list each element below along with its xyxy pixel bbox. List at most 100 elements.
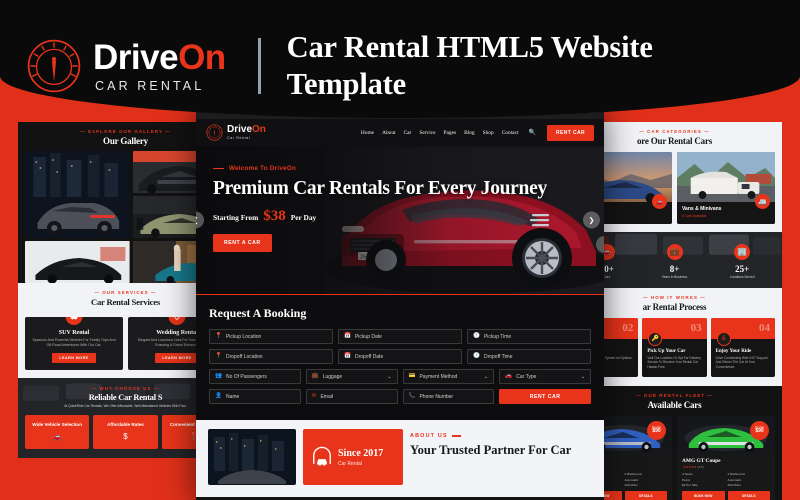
dropoff-location-input[interactable]: 📍 Dropoff Location <box>209 349 333 364</box>
about-image <box>208 429 296 485</box>
nav-item-car[interactable]: Car <box>404 130 412 136</box>
why-card[interactable]: Wide Vehicle Selection 🚗 <box>25 414 90 450</box>
van-icon[interactable]: 🚐 <box>755 194 770 209</box>
car-price-value: $90 <box>652 428 661 435</box>
car-price-value: $90 <box>755 428 764 435</box>
phone-input[interactable]: 📞 Phone Number <box>402 389 495 404</box>
nav-item-service[interactable]: Service <box>419 130 435 136</box>
car-spec: Automatic <box>624 477 639 482</box>
car-rating-count: (4.5) <box>697 465 704 470</box>
passengers-input[interactable]: 👥 No Of Passengers <box>209 369 301 384</box>
field-label: Phone Number <box>419 393 454 400</box>
key-icon: 🔑 <box>648 331 663 346</box>
process-step-number: 02 <box>622 322 634 334</box>
nav-item-contact[interactable]: Contact <box>502 130 519 136</box>
field-label: Car Type <box>516 373 537 380</box>
clock-icon: 🕐 <box>473 352 480 359</box>
car-icon[interactable]: 🚗 <box>652 194 667 209</box>
suv-icon <box>65 317 83 325</box>
why-desc: At QuickRide Car Rentals, We Offer Affor… <box>64 403 187 408</box>
about-tag: ABOUT US <box>410 433 592 439</box>
luggage-select[interactable]: 💼 Luggage ⌄ <box>305 369 398 384</box>
booking-row: 📍 Pickup Location 📅 Pickup Date 🕐 Pickup… <box>209 329 591 344</box>
hero-cta-button[interactable]: RENT A CAR <box>213 234 272 253</box>
building-icon: 🏢 <box>734 243 751 260</box>
hero-price: Starting From $38 Per Day <box>213 208 604 225</box>
main-preview-window: 📍 DriveOn Company 📞 +123-456-7890 ✉ info… <box>196 104 604 500</box>
site-navbar: DriveOn Car Rental Home About Car Servic… <box>196 119 604 146</box>
email-input[interactable]: ✉ Email <box>305 389 398 404</box>
service-desc: Spacious And Powerful Vehicles For Famil… <box>32 338 116 348</box>
booking-form: Request A Booking 📍 Pickup Location 📅 Pi… <box>196 294 604 420</box>
car-spec: 400 Miles <box>727 483 741 488</box>
car-name: AMG GT Coupe <box>682 458 721 465</box>
dollar-icon: $ <box>123 432 128 442</box>
car-rating-stars: ★★★★★ <box>683 465 697 470</box>
learn-more-button[interactable]: LEARN MORE <box>52 352 96 363</box>
passengers-icon: 👥 <box>215 372 222 379</box>
field-label: No Of Passengers <box>225 373 267 380</box>
nav-item-pages[interactable]: Pages <box>444 130 457 136</box>
booking-submit-button[interactable]: RENT CAR <box>499 389 591 404</box>
gallery-image[interactable] <box>25 241 130 283</box>
why-card-name: Affordable Rates <box>107 421 144 427</box>
phone-icon: 📞 <box>408 392 416 399</box>
about-section: Since 2017 Car Rental ABOUT US Your Trus… <box>196 420 604 497</box>
search-icon[interactable]: 🔍 <box>528 129 535 136</box>
process-step[interactable]: 04 ⛢ Enjoy Your Ride Drive Comfortably W… <box>710 317 775 378</box>
booking-title: Request A Booking <box>209 306 307 320</box>
nav-item-blog[interactable]: Blog <box>464 130 474 136</box>
speedometer-icon <box>206 124 223 141</box>
learn-more-button[interactable]: LEARN MORE <box>155 352 199 363</box>
banner-title: Car Rental HTML5 Website Template <box>286 29 653 101</box>
carousel-next-button[interactable]: ❯ <box>583 211 600 229</box>
details-button[interactable]: DETAILS <box>727 491 770 500</box>
speedometer-icon <box>27 39 81 93</box>
dropoff-date-input[interactable]: 📅 Dropoff Date <box>338 349 462 364</box>
category-count: 8 Cars Available <box>682 213 707 218</box>
hero-slider: 25DE 5495 Welcome To DriveOn <box>196 146 604 294</box>
pickup-time-input[interactable]: 🕐 Pickup Time <box>467 329 591 344</box>
service-card[interactable]: SUV Rental Spacious And Powerful Vehicle… <box>25 317 123 370</box>
nav-item-about[interactable]: About <box>382 130 395 136</box>
car-card[interactable]: Per Day $90 AMG GT Coupe ★★★★★(4.5) 4 Se… <box>677 416 775 500</box>
process-step-desc: Visit Our Location Or Opt For Delivery S… <box>647 355 701 370</box>
service-name: SUV Rental <box>58 330 90 336</box>
gallery-image[interactable] <box>25 151 130 238</box>
nav-item-home[interactable]: Home <box>361 130 374 136</box>
car-spec: 4 Seats <box>682 472 693 477</box>
nav-item-shop[interactable]: Shop <box>483 130 494 136</box>
field-label: Dropoff Location <box>225 353 263 360</box>
category-card[interactable]: 🚐 Vans & Minivans 8 Cars Available <box>677 152 775 224</box>
pickup-date-input[interactable]: 📅 Pickup Date <box>338 329 462 344</box>
why-card[interactable]: Affordable Rates $ <box>93 414 158 450</box>
field-label: Pickup Date <box>354 333 382 340</box>
hero-tagline: Welcome To DriveOn <box>213 165 604 172</box>
field-label: Luggage <box>322 373 343 380</box>
name-input[interactable]: 👤 Name <box>209 389 301 404</box>
chevron-down-icon: ⌄ <box>484 373 489 380</box>
book-now-button[interactable]: BOOK NOW <box>682 491 725 500</box>
car-actions: BOOK NOW DETAILS <box>682 491 770 500</box>
process-step-desc: Drive Comfortably With 24/7 Support, And… <box>715 355 769 370</box>
pickup-location-input[interactable]: 📍 Pickup Location <box>209 329 333 344</box>
booking-row: 📍 Dropoff Location 📅 Dropoff Date 🕐 Drop… <box>209 349 591 364</box>
process-step-number: 03 <box>690 322 702 334</box>
chevron-down-icon: ⌄ <box>387 373 392 380</box>
promo-banner: DriveOn CAR RENTAL Car Rental HTML5 Webs… <box>0 0 800 118</box>
dropoff-time-input[interactable]: 🕐 Dropoff Time <box>467 349 591 364</box>
process-step[interactable]: 03 🔑 Pick Up Your Car Visit Our Location… <box>642 317 707 378</box>
car-type-select[interactable]: 🚗 Car Type ⌄ <box>499 369 591 384</box>
hero-price-prefix: Starting From <box>213 213 259 223</box>
rent-car-button[interactable]: RENT CAR <box>546 124 594 141</box>
field-label: Email <box>320 393 333 400</box>
payment-method-select[interactable]: 💳 Payment Method ⌄ <box>402 369 495 384</box>
briefcase-icon: 💼 <box>666 243 683 260</box>
process-step-header: 04 ⛢ <box>710 317 775 346</box>
field-label: Pickup Location <box>225 333 262 340</box>
booking-row: 👤 Name ✉ Email 📞 Phone Number RENT CAR <box>209 389 591 404</box>
nav-logo[interactable]: DriveOn Car Rental <box>206 124 266 141</box>
details-button[interactable]: DETAILS <box>624 491 667 500</box>
category-meta: 🚐 Vans & Minivans 8 Cars Available <box>677 194 775 224</box>
about-heading: Your Trusted Partner For Car <box>410 443 572 457</box>
